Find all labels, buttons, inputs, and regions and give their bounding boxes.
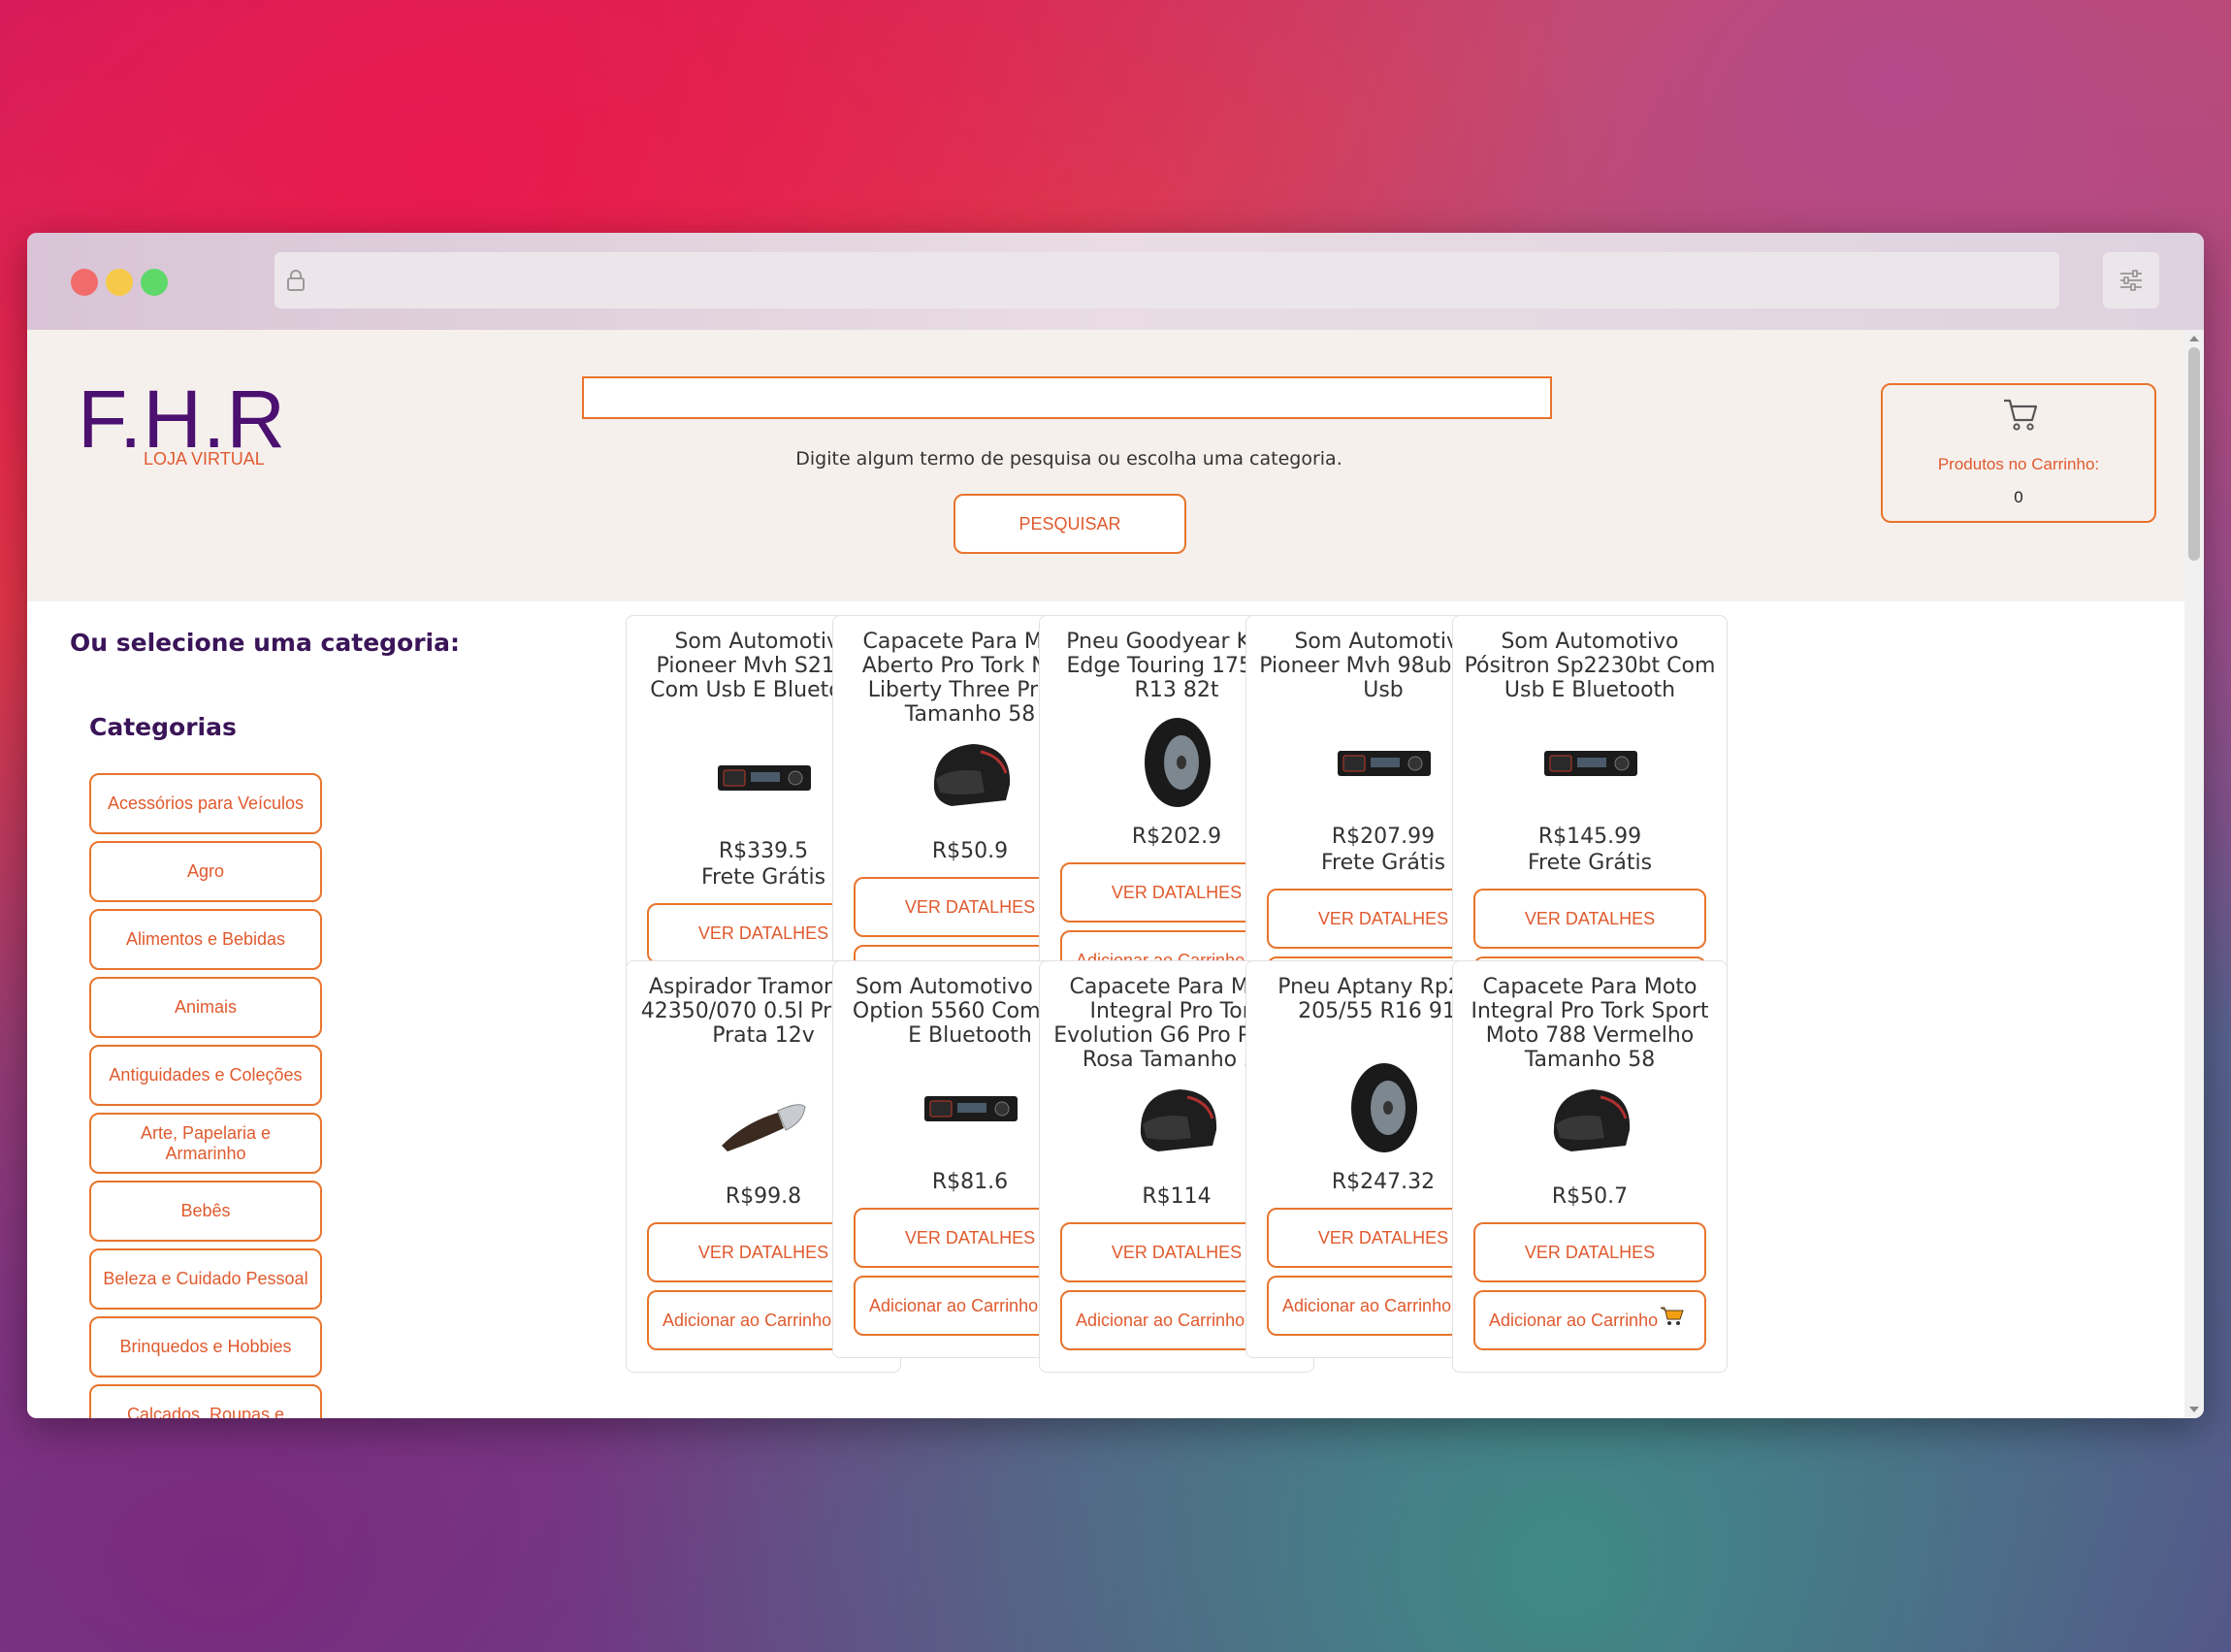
- browser-settings-button[interactable]: [2103, 252, 2159, 308]
- scrollbar-thumb[interactable]: [2188, 347, 2200, 561]
- tire-image[interactable]: [1336, 1059, 1433, 1156]
- vacuum-image[interactable]: [716, 1074, 813, 1171]
- helmet-image[interactable]: [1542, 1074, 1639, 1171]
- tire-image[interactable]: [1129, 714, 1226, 811]
- category-button[interactable]: Agro: [89, 841, 322, 902]
- car-radio-image[interactable]: [716, 729, 813, 826]
- browser-toolbar: [27, 233, 2204, 330]
- store-logo[interactable]: F.H.R: [78, 378, 286, 460]
- category-button[interactable]: Calçados, Roupas e: [89, 1384, 322, 1418]
- category-button[interactable]: Alimentos e Bebidas: [89, 909, 322, 970]
- view-details-button[interactable]: VER DATALHES: [1473, 1222, 1706, 1282]
- lock-icon: [287, 270, 305, 291]
- category-button[interactable]: Animais: [89, 977, 322, 1038]
- maximize-window-button[interactable]: [141, 269, 168, 296]
- scroll-down-arrow[interactable]: [2189, 1407, 2199, 1412]
- product-card: Capacete Para Moto Integral Pro Tork Spo…: [1452, 960, 1728, 1373]
- add-to-cart-label: Adicionar ao Carrinho: [1489, 1310, 1659, 1330]
- shopping-cart-icon: [2004, 399, 2038, 431]
- close-window-button[interactable]: [71, 269, 98, 296]
- search-button[interactable]: PESQUISAR: [954, 494, 1186, 554]
- add-to-cart-label: Adicionar ao Carrinho: [663, 1310, 832, 1330]
- category-button[interactable]: Acessórios para Veículos: [89, 773, 322, 834]
- search-input[interactable]: [582, 376, 1552, 419]
- search-hint: Digite algum termo de pesquisa ou escolh…: [795, 448, 1342, 470]
- minimize-window-button[interactable]: [106, 269, 133, 296]
- category-list: Acessórios para Veículos Agro Alimentos e …: [89, 773, 322, 1418]
- address-bar[interactable]: [275, 252, 2059, 308]
- category-sidebar: Ou selecione uma categoria: Categorias A…: [27, 601, 570, 1418]
- view-details-button[interactable]: VER DATALHES: [1473, 889, 1706, 949]
- browser-window: F.H.R LOJA VIRTUAL Digite algum termo de…: [27, 233, 2204, 1418]
- select-category-heading: Ou selecione uma categoria:: [70, 629, 460, 657]
- category-button[interactable]: Bebês: [89, 1181, 322, 1242]
- add-to-cart-label: Adicionar ao Carrinho: [1282, 1295, 1452, 1315]
- car-radio-image[interactable]: [1542, 714, 1639, 811]
- cart-label: Produtos no Carrinho:: [1937, 455, 2100, 473]
- store-logo-subtitle: LOJA VIRTUAL: [144, 449, 265, 469]
- product-name[interactable]: Som Automotivo Pósitron Sp2230bt Com Usb…: [1463, 630, 1717, 702]
- car-radio-image[interactable]: [922, 1059, 1019, 1156]
- sliders-icon: [2120, 270, 2142, 291]
- add-to-cart-icon: [1660, 1307, 1684, 1325]
- category-button[interactable]: Arte, Papelaria e Armarinho: [89, 1113, 322, 1174]
- helmet-image[interactable]: [1129, 1074, 1226, 1171]
- product-price: R$50.7: [1551, 1184, 1629, 1209]
- product-grid: Som Automotivo Pioneer Mvh S218bt Com Us…: [570, 601, 2184, 1418]
- cart-summary[interactable]: Produtos no Carrinho: 0: [1881, 383, 2156, 523]
- category-button[interactable]: Beleza e Cuidado Pessoal: [89, 1248, 322, 1310]
- car-radio-image[interactable]: [1336, 714, 1433, 811]
- product-price: R$145.99: [1537, 825, 1642, 849]
- add-to-cart-button[interactable]: Adicionar ao Carrinho: [1473, 1290, 1706, 1350]
- store-header: F.H.R LOJA VIRTUAL Digite algum termo de…: [27, 330, 2184, 601]
- helmet-image[interactable]: [922, 729, 1019, 826]
- free-shipping-label: Frete Grátis: [1527, 851, 1653, 875]
- scroll-up-arrow[interactable]: [2189, 336, 2199, 341]
- add-to-cart-label: Adicionar ao Carrinho: [1076, 1310, 1245, 1330]
- add-to-cart-label: Adicionar ao Carrinho: [869, 1295, 1039, 1315]
- category-button[interactable]: Brinquedos e Hobbies: [89, 1316, 322, 1377]
- categories-heading: Categorias: [89, 713, 237, 741]
- product-name[interactable]: Capacete Para Moto Integral Pro Tork Spo…: [1463, 975, 1717, 1072]
- page-scrollbar[interactable]: [2184, 330, 2204, 1418]
- category-button[interactable]: Antiguidades e Coleções: [89, 1045, 322, 1106]
- cart-count: 0: [2014, 488, 2023, 506]
- web-page: F.H.R LOJA VIRTUAL Digite algum termo de…: [27, 330, 2184, 1418]
